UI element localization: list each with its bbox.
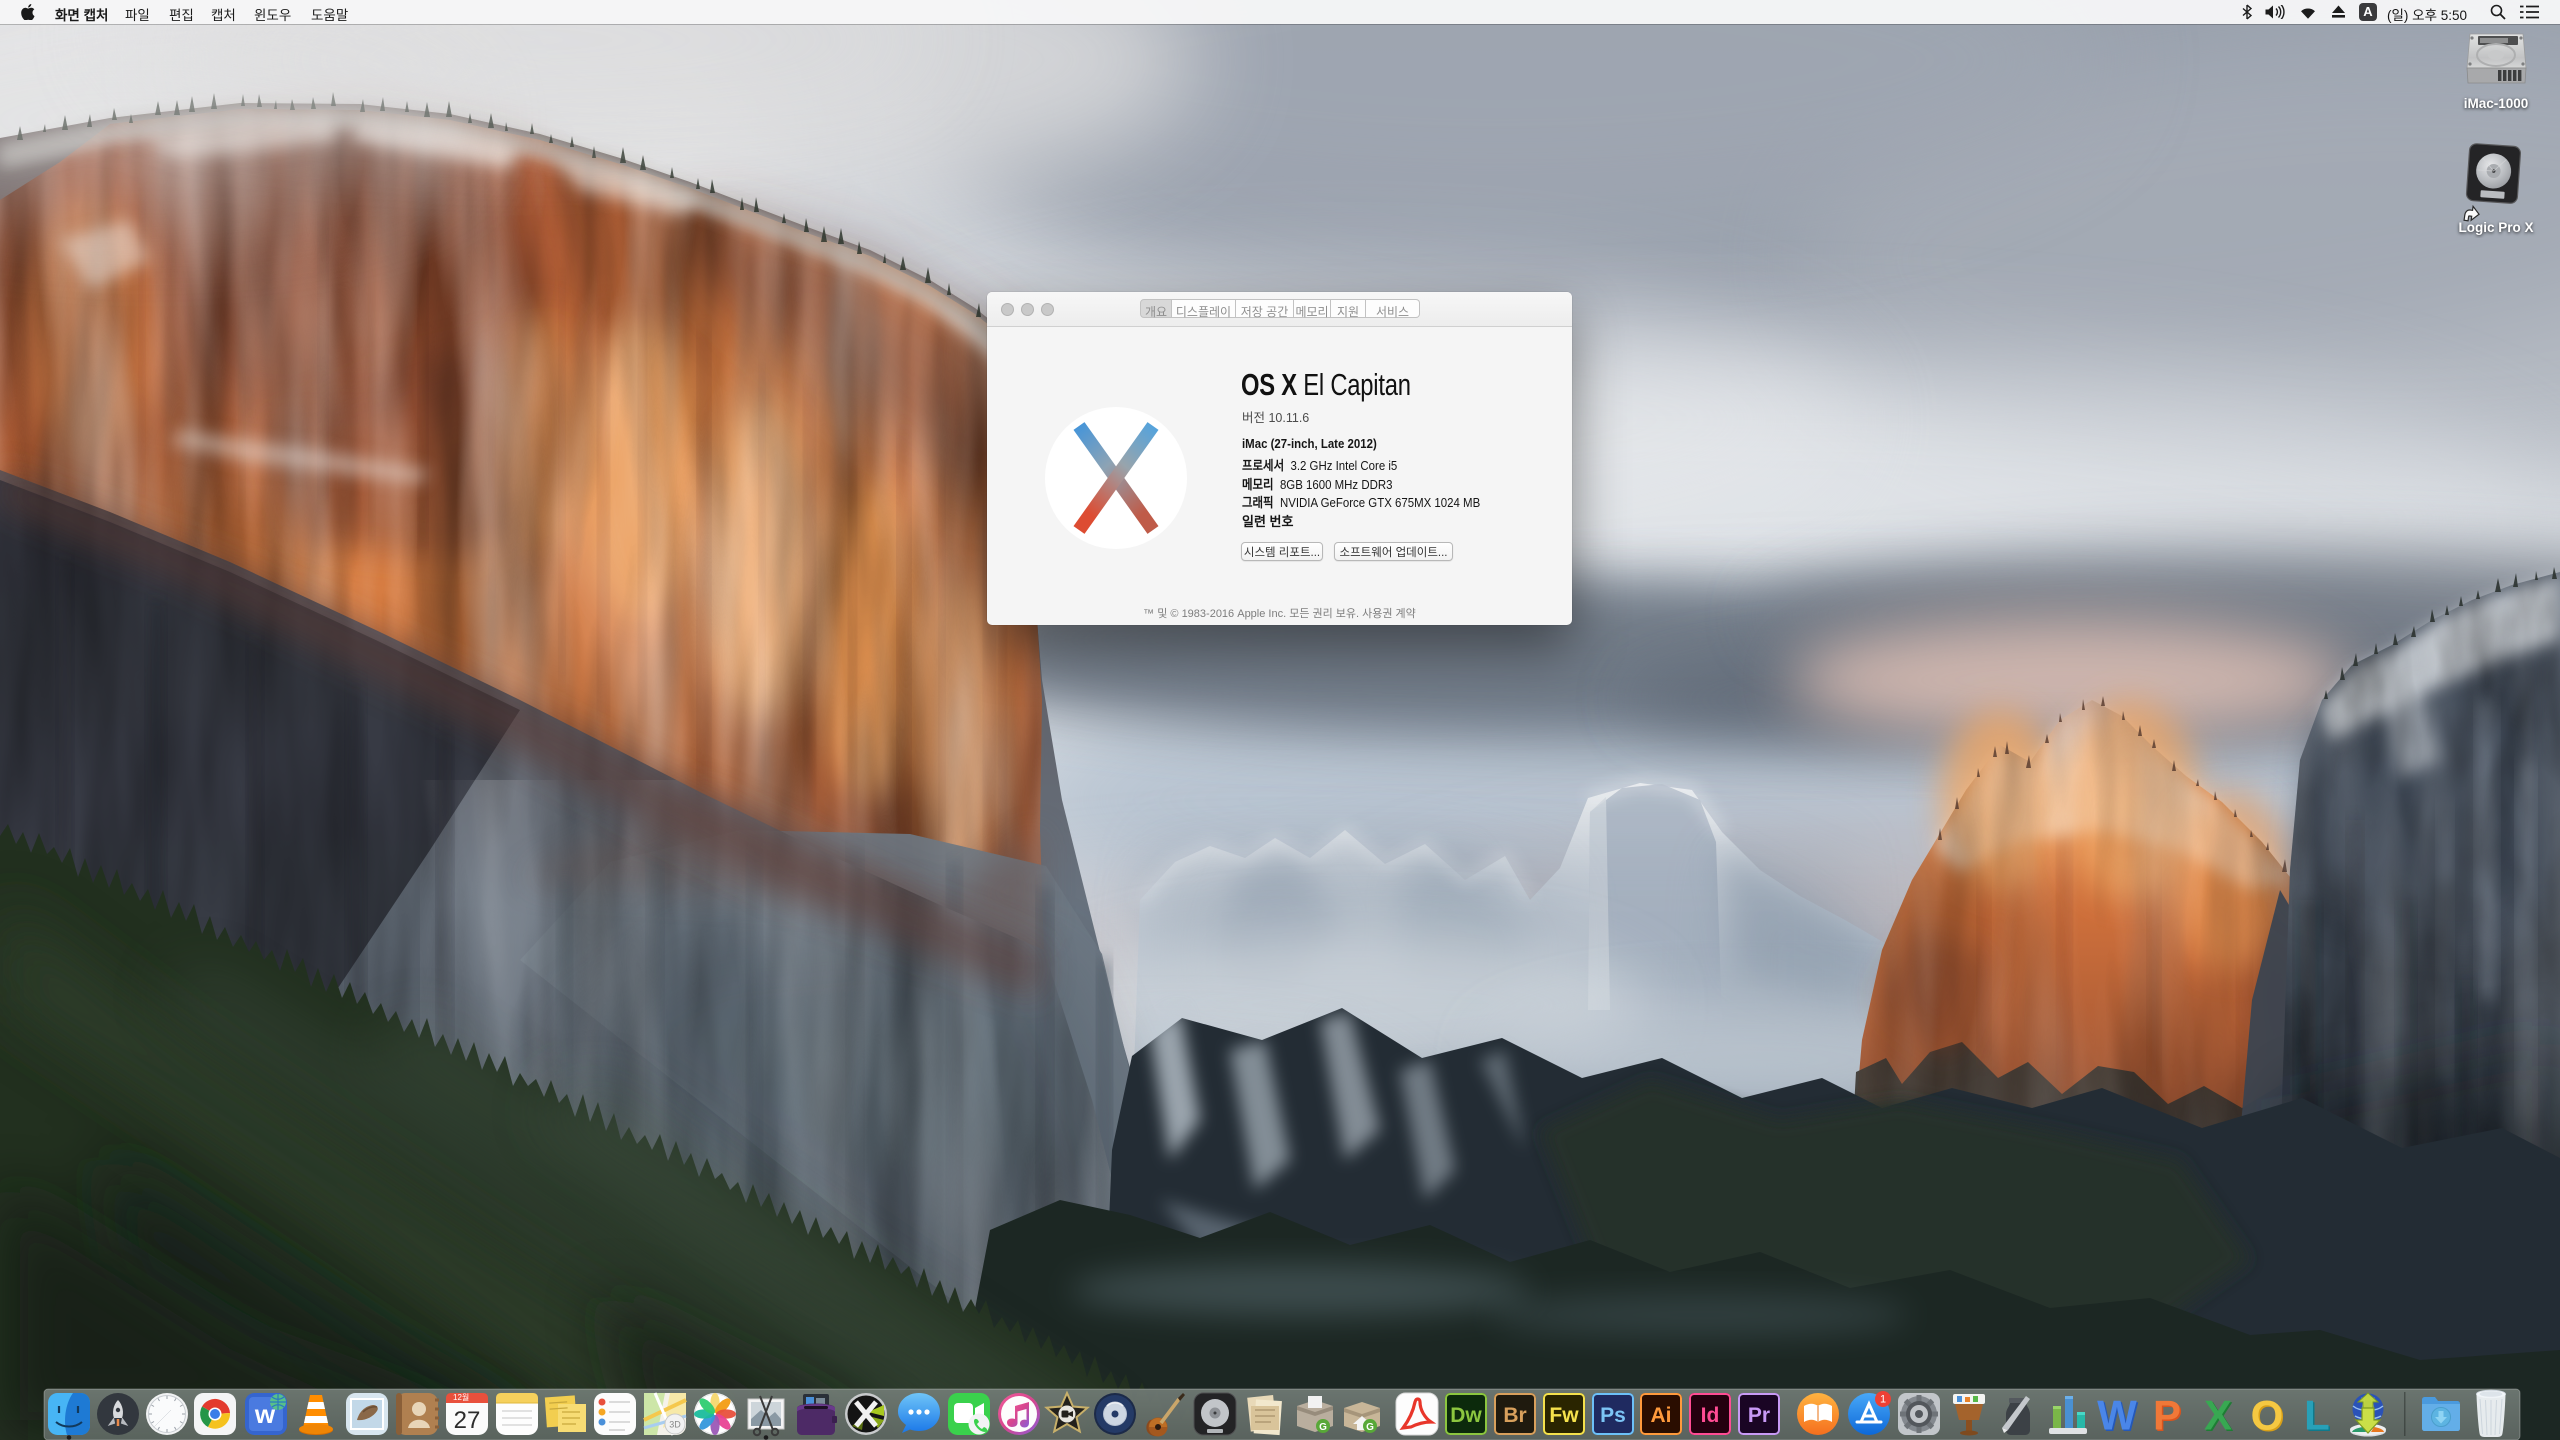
svg-text:W: W <box>2097 1392 2137 1439</box>
svg-text:iMac-1000: iMac-1000 <box>2464 96 2529 111</box>
svg-text:Pr: Pr <box>1748 1404 1770 1427</box>
svg-text:X: X <box>2204 1392 2232 1439</box>
svg-text:O: O <box>2251 1392 2284 1439</box>
svg-text:G: G <box>1319 1422 1327 1433</box>
svg-text:G: G <box>1366 1422 1374 1433</box>
svg-text:3D: 3D <box>669 1420 681 1430</box>
svg-text:Id: Id <box>1701 1404 1720 1427</box>
svg-text:Ps: Ps <box>1600 1404 1626 1427</box>
svg-text:P: P <box>2153 1392 2181 1439</box>
svg-text:Fw: Fw <box>1549 1404 1579 1427</box>
svg-text:Br: Br <box>1503 1404 1526 1427</box>
svg-text:L: L <box>2304 1392 2330 1439</box>
svg-text:27: 27 <box>454 1407 481 1434</box>
svg-text:Dw: Dw <box>1450 1404 1482 1427</box>
svg-text:12월: 12월 <box>453 1392 469 1402</box>
svg-text:Logic Pro X: Logic Pro X <box>2458 220 2533 235</box>
svg-text:1: 1 <box>1880 1394 1886 1406</box>
svg-text:Ai: Ai <box>1651 1404 1672 1427</box>
